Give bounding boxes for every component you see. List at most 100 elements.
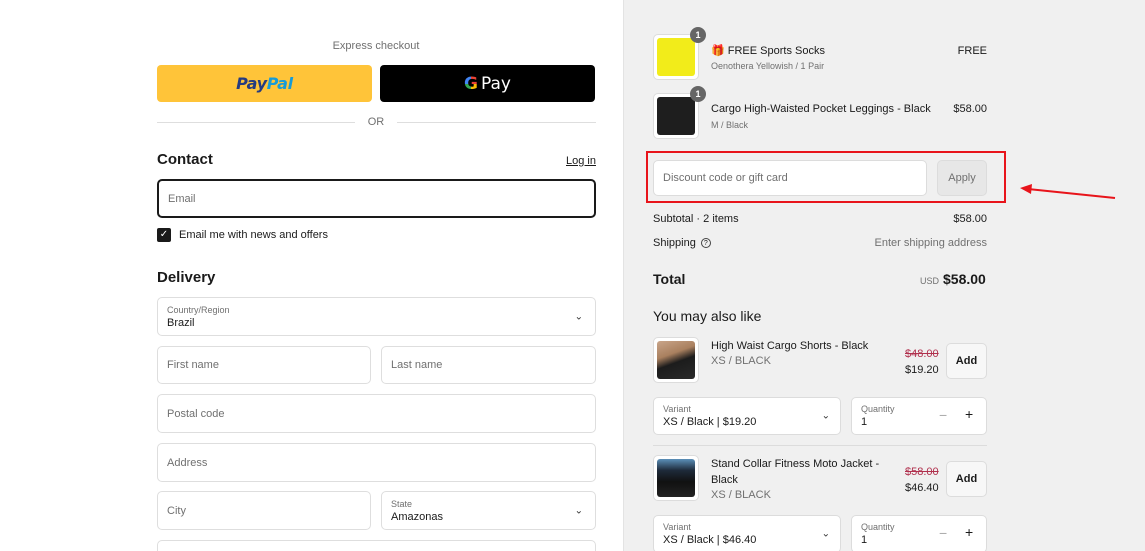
annotation-arrow-icon: [1020, 184, 1116, 199]
google-g-icon: G: [464, 73, 478, 94]
total-label: Total: [653, 271, 686, 287]
postal-code-placeholder: Postal code: [167, 407, 225, 420]
state-value: Amazonas: [391, 511, 443, 523]
paypal-button[interactable]: PayPal: [157, 65, 372, 102]
checkmark-icon: ✓: [159, 229, 169, 240]
country-select[interactable]: Country/Region Brazil ⌄: [157, 297, 596, 336]
quantity-stepper: Quantity 1 − +: [851, 515, 987, 551]
cart-item-name: Cargo High-Waisted Pocket Leggings - Bla…: [711, 103, 931, 115]
email-placeholder: Email: [168, 192, 196, 205]
quantity-stepper: Quantity 1 − +: [851, 397, 987, 435]
country-label: Country/Region: [167, 305, 230, 315]
city-placeholder: City: [167, 504, 186, 517]
quantity-value[interactable]: 1: [861, 416, 867, 428]
quantity-label: Quantity: [861, 404, 895, 414]
or-divider-right: [397, 122, 596, 123]
checkout-page: Express checkout PayPal G Pay OR Contact…: [0, 0, 1145, 551]
chevron-down-icon: ⌄: [821, 528, 830, 540]
recommendation-name-line1: Stand Collar Fitness Moto Jacket -: [711, 458, 880, 470]
newsletter-checkbox[interactable]: ✓: [157, 228, 171, 242]
subtotal-value: $58.00: [953, 213, 987, 225]
recommendation-divider: [653, 445, 987, 446]
email-input[interactable]: Email: [157, 179, 596, 218]
shorts-image: [657, 341, 695, 379]
shipping-label-row: Shipping?: [653, 237, 711, 249]
delivery-title: Delivery: [157, 269, 216, 286]
express-checkout-label: Express checkout: [332, 40, 420, 52]
google-pay-text: Pay: [481, 73, 511, 94]
recommendation-name[interactable]: High Waist Cargo Shorts - Black: [711, 338, 868, 354]
chevron-down-icon: ⌄: [821, 410, 830, 422]
city-input[interactable]: City: [157, 491, 371, 530]
address-input[interactable]: Address: [157, 443, 596, 482]
or-divider-text: OR: [367, 116, 385, 128]
minus-icon[interactable]: −: [939, 407, 947, 423]
annotation-arrow-shaft: [1027, 188, 1116, 199]
total-value: $58.00: [943, 271, 986, 287]
shipping-label: Shipping: [653, 237, 696, 249]
last-name-input[interactable]: Last name: [381, 346, 596, 384]
cart-item-thumbnail: 1: [653, 27, 706, 80]
cart-item-price: $58.00: [953, 103, 987, 115]
gift-icon: 🎁: [711, 45, 725, 57]
variant-label: Variant: [663, 522, 691, 532]
variant-select[interactable]: Variant XS / Black | $46.40 ⌄: [653, 515, 841, 551]
cart-item-price: FREE: [957, 45, 987, 57]
recommendation-new-price: $19.20: [905, 364, 939, 376]
postal-code-input[interactable]: Postal code: [157, 394, 596, 433]
variant-value: XS / Black | $46.40: [663, 534, 757, 546]
minus-icon[interactable]: −: [939, 525, 947, 541]
order-summary-pane: [623, 0, 1145, 551]
recommendations-title: You may also like: [653, 308, 762, 324]
help-icon[interactable]: ?: [700, 238, 711, 249]
leggings-image: [657, 97, 695, 135]
cart-item-variant: M / Black: [711, 120, 749, 130]
variant-select[interactable]: Variant XS / Black | $19.20 ⌄: [653, 397, 841, 435]
last-name-placeholder: Last name: [391, 359, 443, 371]
recommendation-name[interactable]: Stand Collar Fitness Moto Jacket - Black: [711, 456, 879, 488]
cart-item-variant: Oenothera Yellowish / 1 Pair: [711, 61, 825, 71]
state-label: State: [391, 499, 413, 509]
quantity-badge: 1: [690, 27, 706, 43]
cart-item-thumbnail: 1: [653, 86, 706, 139]
login-link[interactable]: Log in: [566, 155, 596, 167]
recommendation-thumbnail[interactable]: [653, 337, 699, 383]
recommendation-thumbnail[interactable]: [653, 455, 699, 501]
discount-code-input[interactable]: Discount code or gift card: [653, 160, 927, 196]
first-name-input[interactable]: First name: [157, 346, 371, 384]
jacket-image: [657, 459, 695, 497]
recommendation-name-line2: Black: [711, 474, 738, 486]
cart-item-name-text: FREE Sports Socks: [727, 45, 825, 57]
newsletter-label: Email me with news and offers: [179, 229, 328, 241]
or-divider-left: [157, 122, 355, 123]
recommendation-old-price: $48.00: [905, 348, 939, 360]
variant-value: XS / Black | $19.20: [663, 416, 757, 428]
plus-icon[interactable]: +: [965, 524, 973, 540]
recommendation-variant: XS / BLACK: [711, 355, 771, 367]
google-pay-button[interactable]: G Pay: [380, 65, 595, 102]
cart-item-name: 🎁 FREE Sports Socks: [711, 44, 825, 57]
recommendation-old-price: $58.00: [905, 466, 939, 478]
country-value: Brazil: [167, 317, 195, 329]
quantity-badge: 1: [690, 86, 706, 102]
state-select[interactable]: State Amazonas ⌄: [381, 491, 596, 530]
apply-discount-button[interactable]: Apply: [937, 160, 987, 196]
shipping-value: Enter shipping address: [874, 237, 987, 249]
quantity-label: Quantity: [861, 522, 895, 532]
total-currency: USD: [920, 276, 940, 286]
variant-label: Variant: [663, 404, 691, 414]
subtotal-label: Subtotal · 2 items: [653, 213, 739, 225]
address-placeholder: Address: [167, 456, 208, 469]
add-recommendation-button[interactable]: Add: [946, 343, 987, 379]
next-field-partial[interactable]: [157, 540, 596, 551]
paypal-logo-part1: Pay: [236, 74, 267, 93]
plus-icon[interactable]: +: [965, 406, 973, 422]
paypal-logo-part2: Pal: [266, 74, 293, 93]
add-recommendation-button[interactable]: Add: [946, 461, 987, 497]
chevron-down-icon: ⌄: [574, 311, 583, 322]
quantity-value[interactable]: 1: [861, 534, 867, 546]
annotation-arrow-head: [1020, 184, 1032, 194]
chevron-down-icon: ⌄: [574, 505, 583, 516]
contact-title: Contact: [157, 151, 213, 168]
recommendation-new-price: $46.40: [905, 482, 939, 494]
